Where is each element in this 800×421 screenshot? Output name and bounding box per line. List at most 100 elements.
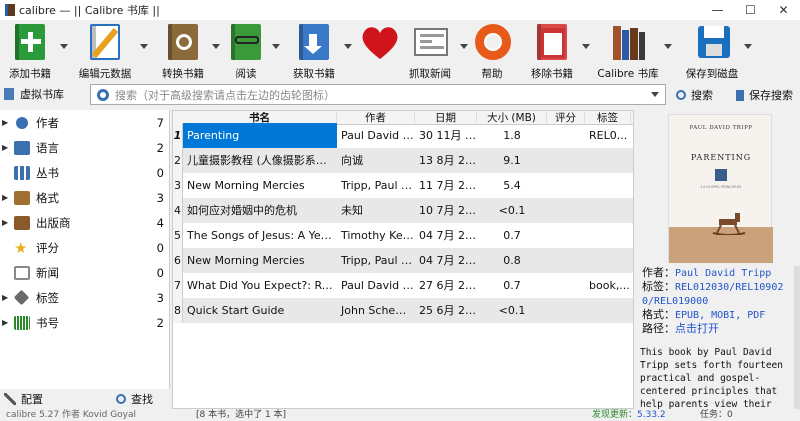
main-toolbar: 添加书籍 编辑元数据 转换书籍 阅读 获取书籍 抓取新闻 帮助 移除书籍 Cal… [0,20,800,82]
expand-icon[interactable]: ▶ [2,193,14,202]
view-button[interactable]: 阅读 [226,20,266,82]
view-book-icon [227,22,265,62]
library-shelf-icon [609,22,647,62]
tag-browser-item-news[interactable]: 新闻 0 [0,260,170,285]
wrench-icon [4,393,16,405]
calibre-app-icon [5,4,15,16]
book-metadata: 作者：Paul David Tripp 标签：REL012030/REL1090… [642,266,784,335]
book-details-panel: PAUL DAVID TRIPP PARENTING 14 GOSPEL PRI… [636,110,800,409]
tag-browser-item-formats[interactable]: ▶ 格式 3 [0,185,170,210]
author-link[interactable]: Paul David Tripp [675,268,771,279]
maximize-icon[interactable]: ☐ [734,0,767,20]
details-scrollbar[interactable] [794,266,800,409]
rocking-horse-icon [712,213,746,235]
edit-metadata-dropdown-icon[interactable] [140,44,148,49]
convert-books-button[interactable]: 转换书籍 [160,20,206,82]
save-dropdown-icon[interactable] [744,44,752,49]
remove-books-button[interactable]: 移除书籍 [528,20,576,82]
expand-icon[interactable]: ▶ [2,293,14,302]
tag-browser-footer: 配置 查找 [0,389,170,409]
table-row[interactable]: 5 The Songs of Jesus: A Year o... Timoth… [173,223,633,248]
status-bar: calibre 5.27 作者 Kovid Goyal [8 本书，选中了 1 … [0,409,800,421]
get-books-dropdown-icon[interactable] [344,44,352,49]
publisher-icon [14,215,30,230]
status-selection: [8 本书，选中了 1 本] [196,410,287,420]
expand-icon[interactable]: ▶ [2,118,14,127]
lifebuoy-icon [473,22,511,62]
saved-searches-button[interactable]: 保存搜索 [736,87,793,103]
tag-browser-item-publishers[interactable]: ▶ 出版商 4 [0,210,170,235]
minimize-icon[interactable]: — [701,0,734,20]
book-cover[interactable]: PAUL DAVID TRIPP PARENTING 14 GOSPEL PRI… [668,114,773,263]
table-row[interactable]: 1 Parenting Paul David Tri... 30 11月 2..… [173,123,633,148]
table-row[interactable]: 2 儿童摄影教程 (人像摄影系列教... 向诚 13 8月 2021 9.1 [173,148,633,173]
series-icon [14,165,30,180]
book-format-icon [14,190,30,205]
library-dropdown-icon[interactable] [664,44,672,49]
search-placeholder: 搜索（对于高级搜索请点击左边的齿轮图标） [115,88,335,102]
cover-emblem-icon [715,169,727,181]
virtual-library-icon [4,88,14,100]
table-row[interactable]: 6 New Morning Mercies Tripp, Paul D... 0… [173,248,633,273]
search-bar-row: 虚拟书库 搜索（对于高级搜索请点击左边的齿轮图标） 搜索 保存搜索 [0,82,800,108]
fetch-news-dropdown-icon[interactable] [460,44,468,49]
tag-browser-item-series[interactable]: 丛书 0 [0,160,170,185]
window-controls: — ☐ ✕ [701,0,800,20]
search-history-dropdown-icon[interactable] [651,92,659,97]
configure-button[interactable]: 配置 [4,391,43,407]
get-books-button[interactable]: 获取书籍 [290,20,338,82]
bookmark-icon [736,89,744,101]
expand-icon[interactable]: ▶ [2,218,14,227]
tag-browser-item-identifiers[interactable]: ▶ 书号 2 [0,310,170,335]
library-button[interactable]: Calibre 书库 [596,20,660,82]
tag-browser-item-authors[interactable]: ▶ 作者 7 [0,110,170,135]
tag-browser-item-languages[interactable]: ▶ 语言 2 [0,135,170,160]
heart-icon [358,22,398,62]
virtual-library-button[interactable]: 虚拟书库 [4,86,64,102]
formats-link[interactable]: EPUB, MOBI, PDF [675,310,765,321]
tag-browser: ▶ 作者 7 ▶ 语言 2 丛书 0 ▶ 格式 3 ▶ 出版商 4 ★ 评分 0… [0,110,170,389]
book-description: This book by Paul David Tripp sets forth… [640,347,783,409]
floppy-disk-icon [693,22,731,62]
table-row[interactable]: 8 Quick Start Guide John Schember 25 6月 … [173,298,633,323]
edit-metadata-icon [86,22,124,62]
tag-browser-item-rating[interactable]: ★ 评分 0 [0,235,170,260]
view-dropdown-icon[interactable] [272,44,280,49]
path-link[interactable]: 点击打开 [675,322,719,335]
add-books-button[interactable]: 添加书籍 [6,20,54,82]
add-book-icon [11,22,49,62]
news-icon [411,22,449,62]
get-books-icon [295,22,333,62]
convert-dropdown-icon[interactable] [212,44,220,49]
expand-icon[interactable]: ▶ [2,143,14,152]
table-row[interactable]: 3 New Morning Mercies Tripp, Paul D... 1… [173,173,633,198]
book-list-table: 书名 作者 日期 大小 (MB) 评分 标签 1 Parenting Paul … [172,110,634,409]
convert-book-icon [164,22,202,62]
news-icon [14,265,30,280]
tag-icon [13,289,30,306]
status-version: calibre 5.27 作者 Kovid Goyal [6,410,137,420]
table-row[interactable]: 7 What Did You Expect?: Rede... Paul Dav… [173,273,633,298]
title-bar: calibre — || Calibre 书库 || — ☐ ✕ [0,0,800,20]
expand-icon[interactable]: ▶ [2,318,14,327]
heart-button[interactable] [354,20,400,82]
find-button[interactable]: 查找 [116,391,153,407]
search-button[interactable]: 搜索 [676,87,713,103]
gear-icon[interactable] [97,88,109,101]
jobs-indicator[interactable]: 任务：0 [700,409,733,421]
help-button[interactable]: 帮助 [472,20,512,82]
edit-metadata-button[interactable]: 编辑元数据 [76,20,134,82]
language-icon [14,140,30,155]
add-books-dropdown-icon[interactable] [60,44,68,49]
remove-books-dropdown-icon[interactable] [582,44,590,49]
tag-browser-item-tags[interactable]: ▶ 标签 3 [0,285,170,310]
update-notice[interactable]: 发现更新：5.33.2 [592,409,666,421]
search-icon [116,394,126,404]
person-icon [16,116,28,129]
search-input[interactable]: 搜索（对于高级搜索请点击左边的齿轮图标） [90,84,666,105]
close-icon[interactable]: ✕ [767,0,800,20]
table-row[interactable]: 4 如何应对婚姻中的危机 未知 10 7月 2021 <0.1 [173,198,633,223]
fetch-news-button[interactable]: 抓取新闻 [406,20,454,82]
save-to-disk-button[interactable]: 保存到磁盘 [684,20,740,82]
barcode-icon [14,315,30,330]
